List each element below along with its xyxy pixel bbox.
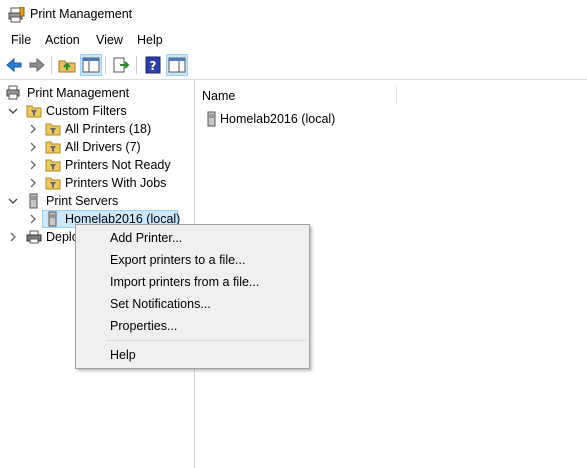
export-list-icon[interactable]: [111, 55, 131, 75]
menu-action[interactable]: Action: [44, 33, 81, 47]
tree-label: All Printers (18): [65, 122, 152, 136]
chevron-right-icon[interactable]: [28, 214, 38, 224]
menu-item-help[interactable]: Help: [110, 345, 136, 365]
chevron-right-icon[interactable]: [8, 232, 18, 242]
list-item-label: Homelab2016 (local): [220, 112, 336, 126]
printer-icon: [26, 230, 42, 244]
server-icon: [207, 111, 216, 127]
tree-label: Print Servers: [46, 194, 119, 208]
toolbar: ?: [0, 52, 587, 80]
help-icon[interactable]: ?: [143, 55, 163, 75]
toolbar-separator: [105, 56, 106, 74]
toolbar-separator: [136, 56, 137, 74]
filter-folder-icon: [45, 177, 61, 190]
menu-bar: File Action View Help: [0, 30, 587, 52]
menu-item-import-printers[interactable]: Import printers from a file...: [110, 272, 259, 292]
server-icon: [29, 193, 38, 209]
tree-item-all-printers[interactable]: All Printers (18): [0, 120, 194, 138]
show-hide-tree-icon[interactable]: [80, 54, 102, 76]
context-menu: Add Printer... Export printers to a file…: [75, 224, 310, 369]
tree-label: Printers Not Ready: [65, 158, 171, 172]
tree-item-printers-with-jobs[interactable]: Printers With Jobs: [0, 174, 194, 192]
menu-file[interactable]: File: [10, 33, 32, 47]
filter-folder-icon: [45, 159, 61, 172]
up-folder-icon[interactable]: [57, 55, 77, 75]
menu-separator: [106, 340, 306, 341]
chevron-right-icon[interactable]: [28, 160, 38, 170]
filter-folder-icon: [45, 141, 61, 154]
printer-management-icon: [6, 85, 20, 100]
tree-item-print-servers[interactable]: Print Servers: [0, 192, 194, 210]
forward-arrow-icon[interactable]: [27, 55, 47, 75]
chevron-right-icon[interactable]: [28, 124, 38, 134]
tree-item-printers-not-ready[interactable]: Printers Not Ready: [0, 156, 194, 174]
column-header-name[interactable]: Name: [202, 89, 235, 103]
tree-label: Deplo: [46, 230, 79, 244]
tree-item-custom-filters[interactable]: Custom Filters: [0, 102, 194, 120]
chevron-right-icon[interactable]: [28, 142, 38, 152]
menu-item-properties[interactable]: Properties...: [110, 316, 177, 336]
column-divider[interactable]: [396, 85, 397, 105]
action-pane-icon[interactable]: [166, 54, 188, 76]
tree-item-all-drivers[interactable]: All Drivers (7): [0, 138, 194, 156]
tree-label: Printers With Jobs: [65, 176, 167, 190]
server-icon: [48, 211, 57, 227]
menu-help[interactable]: Help: [136, 33, 164, 47]
title-bar: Print Management: [0, 0, 587, 30]
chevron-right-icon[interactable]: [28, 178, 38, 188]
tree-label: All Drivers (7): [65, 140, 141, 154]
printer-management-icon: [8, 7, 25, 23]
window-title: Print Management: [30, 7, 133, 21]
chevron-down-icon[interactable]: [8, 106, 18, 116]
menu-item-set-notifications[interactable]: Set Notifications...: [110, 294, 211, 314]
menu-item-export-printers[interactable]: Export printers to a file...: [110, 250, 245, 270]
back-arrow-icon[interactable]: [4, 55, 24, 75]
svg-text:?: ?: [150, 59, 157, 73]
tree-item-print-management[interactable]: Print Management: [0, 84, 194, 102]
tree-label: Print Management: [27, 86, 130, 100]
tree-label: Custom Filters: [46, 104, 127, 118]
menu-item-add-printer[interactable]: Add Printer...: [110, 228, 182, 248]
filter-folder-icon: [26, 105, 42, 118]
menu-view[interactable]: View: [95, 33, 124, 47]
toolbar-separator: [51, 56, 52, 74]
chevron-down-icon[interactable]: [8, 196, 18, 206]
filter-folder-icon: [45, 123, 61, 136]
